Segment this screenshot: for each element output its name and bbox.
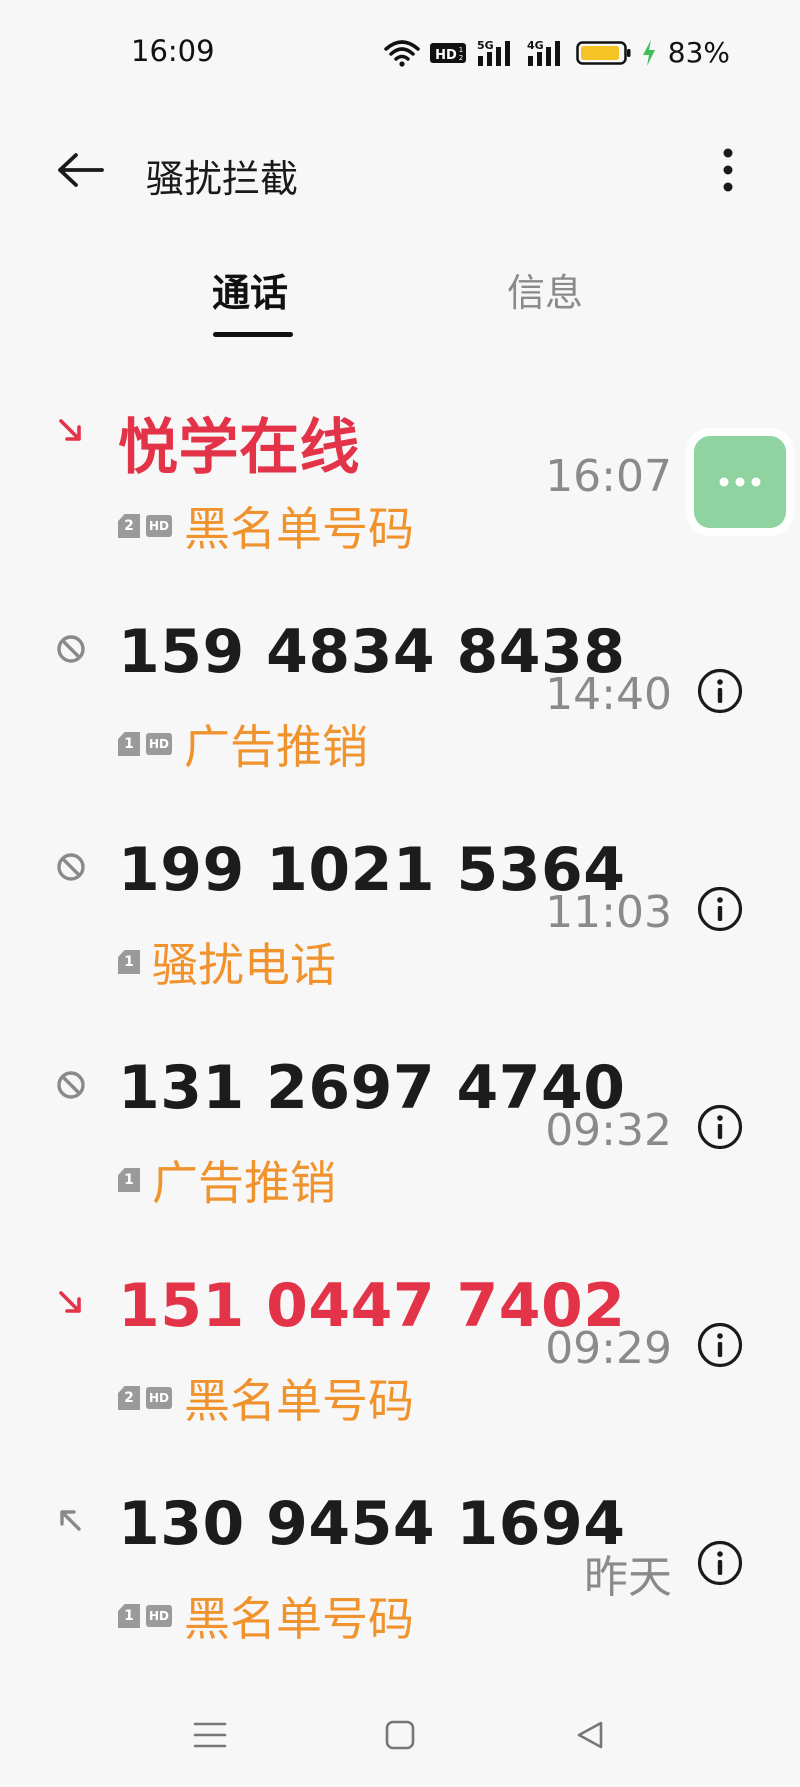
call-time: 14:40 [545, 669, 672, 720]
nav-recents-button[interactable] [185, 1710, 235, 1760]
info-icon [697, 1540, 743, 1586]
call-time: 16:07 [545, 451, 672, 502]
call-subline: 2 HD 黑名单号码 [118, 1365, 414, 1431]
caller-number: 130 9454 1694 [118, 1489, 626, 1559]
info-icon [697, 1104, 743, 1150]
call-subline: 1 骚扰电话 [118, 929, 336, 995]
block-reason-label: 黑名单号码 [184, 1592, 414, 1646]
tab-bar: 通话 信息 [0, 240, 800, 340]
more-horizontal-icon [719, 477, 761, 487]
hd-badge: HD [146, 515, 172, 537]
block-icon [57, 1071, 85, 1099]
charging-icon [642, 39, 656, 67]
status-bar: 16:09 HD 1 2 5G 4G 83% [0, 0, 800, 110]
sim-card-icon: 2 [118, 514, 140, 538]
call-subline: 1 HD 黑名单号码 [118, 1583, 414, 1649]
call-subline: 1 HD 广告推销 [118, 711, 368, 777]
sim-card-icon: 1 [118, 950, 140, 974]
call-info-button[interactable] [696, 1539, 744, 1587]
hd-badge: HD [146, 1605, 172, 1627]
incoming-blocked-arrow-icon [59, 419, 81, 441]
more-vertical-icon [723, 148, 733, 192]
tab-calls[interactable]: 通话 [212, 262, 288, 317]
caller-name: 悦学在线 [118, 413, 360, 483]
call-row[interactable]: 130 9454 1694 1 HD 黑名单号码 昨天 [0, 1475, 800, 1675]
header: 骚扰拦截 [0, 120, 800, 220]
hd-voice-label: HD [435, 48, 457, 63]
more-options-button[interactable] [708, 142, 748, 198]
block-reason-label: 骚扰电话 [152, 938, 336, 992]
page-title: 骚扰拦截 [146, 157, 299, 201]
wifi-icon [384, 39, 420, 67]
block-reason-label: 黑名单号码 [184, 1374, 414, 1428]
sim-card-icon: 2 [118, 1386, 140, 1410]
info-icon [697, 668, 743, 714]
status-time: 16:09 [131, 34, 215, 68]
arrow-left-icon [58, 153, 104, 187]
active-tab-indicator [213, 332, 293, 337]
svg-text:2: 2 [459, 54, 463, 62]
info-icon [697, 1322, 743, 1368]
block-reason-label: 广告推销 [184, 720, 368, 774]
call-row[interactable]: 151 0447 7402 2 HD 黑名单号码 09:29 [0, 1257, 800, 1457]
tab-messages[interactable]: 信息 [507, 262, 583, 317]
call-row[interactable]: 199 1021 5364 1 骚扰电话 11:03 [0, 821, 800, 1021]
info-icon [697, 886, 743, 932]
system-nav-bar [0, 1690, 800, 1780]
battery-percent: 83% [667, 36, 730, 69]
nav-back-button[interactable] [565, 1710, 615, 1760]
call-row[interactable]: 悦学在线 2 HD 黑名单号码 16:07 [0, 385, 800, 585]
block-icon [57, 853, 85, 881]
call-row[interactable]: 159 4834 8438 1 HD 广告推销 14:40 [0, 603, 800, 803]
floating-assistant-button[interactable] [694, 436, 786, 528]
hd-badge: HD [146, 733, 172, 755]
back-button[interactable] [50, 144, 110, 196]
home-icon [385, 1720, 415, 1750]
call-subline: 1 广告推销 [118, 1147, 336, 1213]
call-time: 11:03 [545, 887, 672, 938]
call-info-button[interactable] [696, 885, 744, 933]
signal-4g-icon: 4G [526, 38, 566, 68]
nav-home-button[interactable] [375, 1710, 425, 1760]
call-row[interactable]: 131 2697 4740 1 广告推销 09:32 [0, 1039, 800, 1239]
signal-5g-icon: 5G [476, 38, 516, 68]
signal-4g-label: 4G [527, 39, 544, 52]
call-info-button[interactable] [696, 667, 744, 715]
block-reason-label: 黑名单号码 [184, 502, 414, 556]
svg-text:1: 1 [459, 46, 463, 54]
menu-icon [193, 1722, 227, 1748]
block-icon [57, 635, 85, 663]
incoming-blocked-arrow-icon [59, 1291, 81, 1313]
call-info-button[interactable] [696, 1321, 744, 1369]
status-icons: HD 1 2 5G 4G 83% [384, 36, 730, 69]
call-time: 昨天 [584, 1552, 672, 1603]
sim-card-icon: 1 [118, 732, 140, 756]
sim-card-icon: 1 [118, 1604, 140, 1628]
back-triangle-icon [577, 1721, 603, 1749]
outgoing-call-arrow-icon [60, 1510, 81, 1531]
hd-badge: HD [146, 1387, 172, 1409]
call-time: 09:29 [545, 1323, 672, 1374]
hd-voice-icon: HD 1 2 [429, 40, 466, 66]
battery-icon [576, 39, 632, 67]
call-info-button[interactable] [696, 1103, 744, 1151]
call-subline: 2 HD 黑名单号码 [118, 493, 414, 559]
call-time: 09:32 [545, 1105, 672, 1156]
sim-card-icon: 1 [118, 1168, 140, 1192]
signal-5g-label: 5G [477, 39, 494, 52]
block-reason-label: 广告推销 [152, 1156, 336, 1210]
